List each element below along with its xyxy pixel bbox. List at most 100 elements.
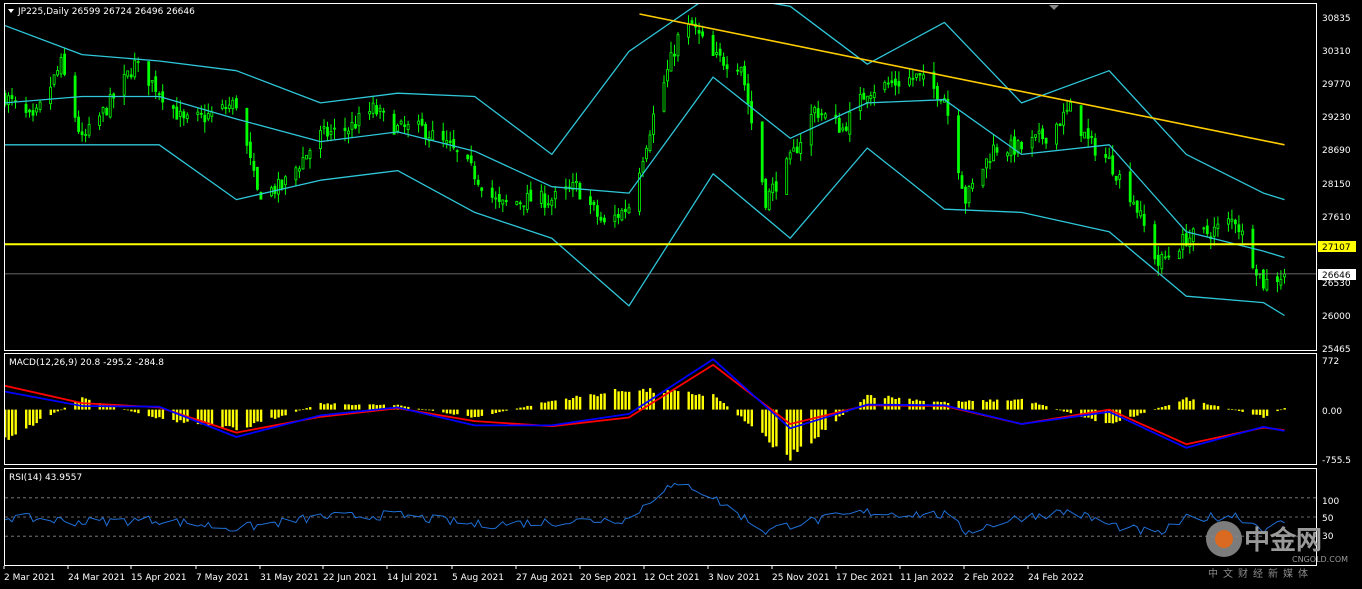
macd-histogram-bar bbox=[1157, 407, 1160, 410]
macd-histogram-bar bbox=[620, 391, 624, 410]
candle-body bbox=[823, 113, 827, 119]
candle-body bbox=[305, 154, 308, 160]
macd-histogram-bar bbox=[1202, 402, 1206, 410]
macd-histogram-bar bbox=[210, 409, 214, 424]
candle-body bbox=[297, 168, 301, 172]
macd-histogram-bar bbox=[351, 405, 354, 410]
price-scale-label: 29230 bbox=[1322, 113, 1351, 123]
candle-body bbox=[1069, 102, 1072, 112]
macd-histogram-bar bbox=[715, 397, 718, 410]
macd-histogram-bar bbox=[501, 409, 505, 412]
candle-body bbox=[147, 61, 151, 86]
candle-body bbox=[894, 78, 897, 86]
candle-body bbox=[35, 107, 38, 113]
macd-histogram-bar bbox=[491, 409, 494, 414]
candle-body bbox=[1037, 130, 1041, 134]
candle-body bbox=[322, 126, 326, 129]
current-price-tag-text: 26646 bbox=[1322, 271, 1351, 281]
candle-body bbox=[220, 104, 224, 109]
time-axis-label: 20 Sep 2021 bbox=[580, 573, 637, 583]
candle-body bbox=[399, 120, 403, 125]
macd-histogram-bar bbox=[712, 394, 715, 410]
candle-body bbox=[182, 111, 186, 119]
candle-body bbox=[357, 113, 361, 127]
candle-body bbox=[764, 178, 768, 208]
candle-body bbox=[1227, 218, 1230, 225]
macd-histogram-bar bbox=[1241, 409, 1244, 412]
candle-body bbox=[308, 150, 312, 159]
candle-body bbox=[1107, 156, 1111, 160]
macd-histogram-bar bbox=[277, 409, 280, 418]
trendline bbox=[639, 13, 1285, 146]
macd-histogram-bar bbox=[344, 404, 347, 410]
macd-histogram-bar bbox=[1227, 408, 1230, 410]
price-scale-label: 29770 bbox=[1322, 80, 1351, 90]
candle-body bbox=[858, 94, 862, 112]
candle-body bbox=[227, 104, 231, 109]
macd-histogram-bar bbox=[982, 400, 985, 410]
candle-body bbox=[985, 158, 988, 169]
time-axis-label: 2 Mar 2021 bbox=[4, 573, 55, 583]
rsi-scale-label: 30 bbox=[1322, 532, 1334, 542]
macd-histogram-bar bbox=[1160, 407, 1164, 410]
candle-body bbox=[862, 92, 866, 100]
trading-chart: JP225,Daily 26599 26724 26496 26646 MACD… bbox=[3, 3, 1356, 583]
macd-histogram-bar bbox=[761, 409, 764, 433]
candle-body bbox=[248, 141, 252, 159]
watermark-name: 中金网 bbox=[1244, 525, 1322, 556]
candle-body bbox=[431, 130, 435, 141]
macd-histogram-bar bbox=[1062, 409, 1065, 412]
macd-histogram-bar bbox=[589, 394, 592, 410]
macd-histogram-bar bbox=[126, 409, 130, 411]
macd-histogram-bar bbox=[203, 409, 207, 423]
macd-histogram-bar bbox=[691, 394, 694, 410]
macd-info: MACD(12,26,9) 20.8 -295.2 -284.8 bbox=[9, 358, 164, 368]
candle-body bbox=[1234, 219, 1237, 225]
candle-body bbox=[908, 77, 911, 86]
macd-histogram-bar bbox=[445, 409, 449, 414]
macd-histogram-bar bbox=[624, 391, 627, 410]
macd-pane[interactable] bbox=[4, 353, 1317, 465]
candle-body bbox=[10, 95, 14, 99]
candle-body bbox=[915, 73, 918, 78]
symbol-dropdown-icon[interactable] bbox=[8, 9, 14, 13]
candle-body bbox=[690, 20, 694, 25]
macd-histogram-bar bbox=[1034, 402, 1037, 410]
macd-histogram-bar bbox=[53, 409, 56, 413]
macd-histogram-bar bbox=[1136, 409, 1139, 416]
candle-body bbox=[575, 180, 578, 184]
watermark-logo-inner-icon bbox=[1215, 530, 1233, 548]
candle-body bbox=[666, 69, 669, 82]
candle-body bbox=[56, 70, 59, 76]
macd-histogram-bar bbox=[515, 408, 519, 410]
bollinger-bands-layer bbox=[5, 4, 1285, 317]
macd-histogram-bar bbox=[796, 409, 799, 452]
candle-body bbox=[1167, 255, 1171, 258]
candle-body bbox=[466, 154, 470, 160]
macd-histogram-bar bbox=[11, 409, 14, 436]
candle-body bbox=[788, 152, 792, 160]
candle-body bbox=[515, 201, 519, 205]
time-axis-label: 22 Jun 2021 bbox=[323, 573, 377, 583]
scroll-marker-icon[interactable] bbox=[1049, 5, 1059, 10]
candle-body bbox=[872, 92, 876, 98]
candle-body bbox=[122, 74, 126, 96]
candle-body bbox=[988, 160, 992, 163]
macd-histogram-bar bbox=[259, 409, 263, 422]
candle-body bbox=[49, 86, 52, 105]
candle-body bbox=[960, 175, 964, 189]
macd-histogram-bar bbox=[578, 396, 582, 410]
macd-histogram-bar bbox=[1265, 409, 1269, 416]
macd-histogram-bar bbox=[1276, 409, 1279, 412]
candle-body bbox=[971, 182, 974, 189]
macd-histogram-bar bbox=[7, 409, 10, 440]
candle-body bbox=[133, 59, 137, 78]
candle-body bbox=[455, 150, 459, 153]
price-scale-label: 30835 bbox=[1322, 14, 1351, 24]
macd-histogram-bar bbox=[1055, 409, 1058, 410]
macd-histogram-bar bbox=[224, 409, 228, 426]
macd-histogram-bar bbox=[284, 409, 287, 416]
macd-histogram-bar bbox=[799, 409, 803, 447]
candle-body bbox=[1062, 111, 1065, 126]
macd-histogram-bar bbox=[477, 409, 480, 417]
